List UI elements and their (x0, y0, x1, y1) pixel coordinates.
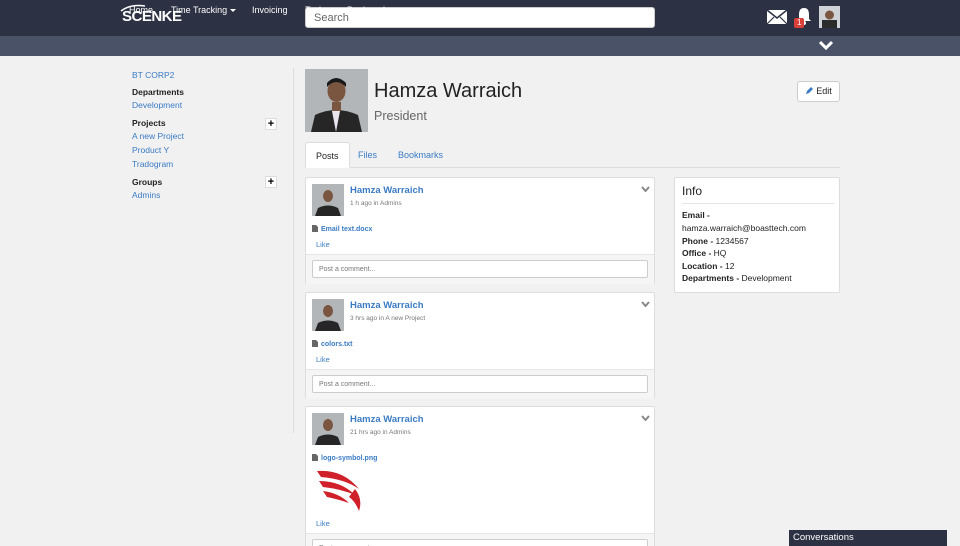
attachment-name: logo-symbol.png (321, 455, 378, 462)
comment-input[interactable] (312, 539, 648, 546)
info-office-value: HQ (713, 248, 727, 258)
nav-invoicing[interactable]: Invoicing (252, 5, 288, 15)
attachment-name: colors.txt (321, 341, 353, 348)
notification-badge: 1 (794, 18, 805, 28)
post-attachment[interactable]: logo-symbol.png (312, 454, 377, 462)
post-person-icon (312, 413, 344, 445)
comment-area (306, 369, 654, 399)
info-phone-value: 1234567 (715, 236, 749, 246)
file-icon (312, 340, 318, 347)
add-project-button[interactable]: + (265, 118, 277, 130)
post-person-icon (312, 184, 344, 216)
file-icon (312, 454, 318, 461)
sidebar-item-product-y[interactable]: Product Y (132, 145, 169, 155)
comment-area (306, 533, 654, 546)
post-attachment[interactable]: Email text.docx (312, 225, 372, 233)
info-departments-label: Departments - (682, 273, 740, 283)
like-button[interactable]: Like (316, 355, 330, 364)
sidebar-item-a-new-project[interactable]: A new Project (132, 131, 184, 141)
post-author[interactable]: Hamza Warraich (350, 414, 424, 425)
nav-tasks[interactable]: Tasks (305, 5, 328, 15)
post-meta: 21 hrs ago in Admins (350, 429, 411, 436)
comment-input[interactable] (312, 375, 648, 393)
sidebar-projects-heading: Projects (132, 118, 166, 128)
chevron-down-icon[interactable] (641, 301, 650, 307)
attachment-name: Email text.docx (321, 226, 373, 233)
profile-person-icon (305, 69, 368, 132)
sidebar-company-link[interactable]: BT CORP2 (132, 70, 174, 80)
mail-icon[interactable] (766, 9, 788, 25)
edit-profile-button[interactable]: Edit (797, 81, 840, 102)
info-panel: Info Email - hamza.warraich@boasttech.co… (674, 177, 840, 293)
post-meta: 1 h ago in Admins (350, 200, 402, 207)
post-card: Hamza Warraich 1 h ago in Admins Email t… (305, 177, 655, 284)
avatar-person-icon (819, 6, 840, 28)
post-avatar[interactable] (312, 299, 344, 331)
conversations-bar[interactable]: Conversations (789, 530, 947, 546)
profile-photo (305, 69, 368, 132)
info-phone-label: Phone - (682, 236, 714, 246)
add-group-button[interactable]: + (265, 176, 277, 188)
info-location-value: 12 (724, 261, 735, 271)
info-location: Location - 12 (682, 261, 734, 271)
caret-down-icon (230, 9, 237, 13)
info-office: Office - HQ (682, 248, 726, 258)
like-button[interactable]: Like (316, 240, 330, 249)
post-author[interactable]: Hamza Warraich (350, 300, 424, 311)
profile-name: Hamza Warraich (374, 80, 523, 102)
info-phone: Phone - 1234567 (682, 236, 749, 246)
post-card: Hamza Warraich 21 hrs ago in Admins logo… (305, 406, 655, 546)
post-author[interactable]: Hamza Warraich (350, 185, 424, 196)
post-card: Hamza Warraich 3 hrs ago in A new Projec… (305, 292, 655, 399)
nav-home[interactable]: Home (129, 5, 153, 15)
nav-time-tracking-label: Time Tracking (171, 5, 228, 15)
info-office-label: Office - (682, 248, 712, 258)
like-button[interactable]: Like (316, 519, 330, 528)
info-email-label: Email - (682, 210, 710, 220)
tab-bookmarks[interactable]: Bookmarks (388, 142, 453, 168)
tab-files[interactable]: Files (348, 142, 387, 168)
sidebar-groups-heading: Groups (132, 177, 163, 187)
pencil-icon (806, 87, 814, 94)
edit-label: Edit (816, 86, 832, 96)
info-email-label-line: Email - (682, 210, 710, 220)
sidebar-item-tradogram[interactable]: Tradogram (132, 159, 173, 169)
sidebar-divider (293, 68, 294, 433)
info-location-label: Location - (682, 261, 723, 271)
info-departments: Departments - Development (682, 273, 792, 283)
comment-area (306, 254, 654, 284)
post-avatar[interactable] (312, 184, 344, 216)
chevron-down-icon[interactable] (819, 40, 833, 50)
file-icon (312, 225, 318, 232)
post-meta: 3 hrs ago in A new Project (350, 315, 426, 322)
chevron-down-icon[interactable] (641, 186, 650, 192)
post-avatar[interactable] (312, 413, 344, 445)
info-departments-value: Development (741, 273, 792, 283)
info-email-value: hamza.warraich@boasttech.com (682, 223, 806, 233)
chevron-down-icon[interactable] (641, 415, 650, 421)
tab-posts[interactable]: Posts (305, 142, 350, 168)
post-person-icon (312, 299, 344, 331)
sidebar-item-development[interactable]: Development (132, 100, 182, 110)
user-avatar[interactable] (819, 6, 840, 28)
sidebar-departments-heading: Departments (132, 87, 184, 97)
comment-input[interactable] (312, 260, 648, 278)
post-attachment[interactable]: colors.txt (312, 340, 353, 348)
profile-title: President (374, 109, 427, 123)
logo-symbol-image[interactable] (315, 465, 365, 513)
nav-time-tracking[interactable]: Time Tracking (171, 5, 237, 15)
info-divider (682, 203, 834, 204)
sidebar-item-admins[interactable]: Admins (132, 190, 160, 200)
nav-bookmarks[interactable]: Bookmarks (347, 5, 392, 15)
info-title: Info (682, 184, 703, 198)
nav-bar (0, 36, 960, 56)
